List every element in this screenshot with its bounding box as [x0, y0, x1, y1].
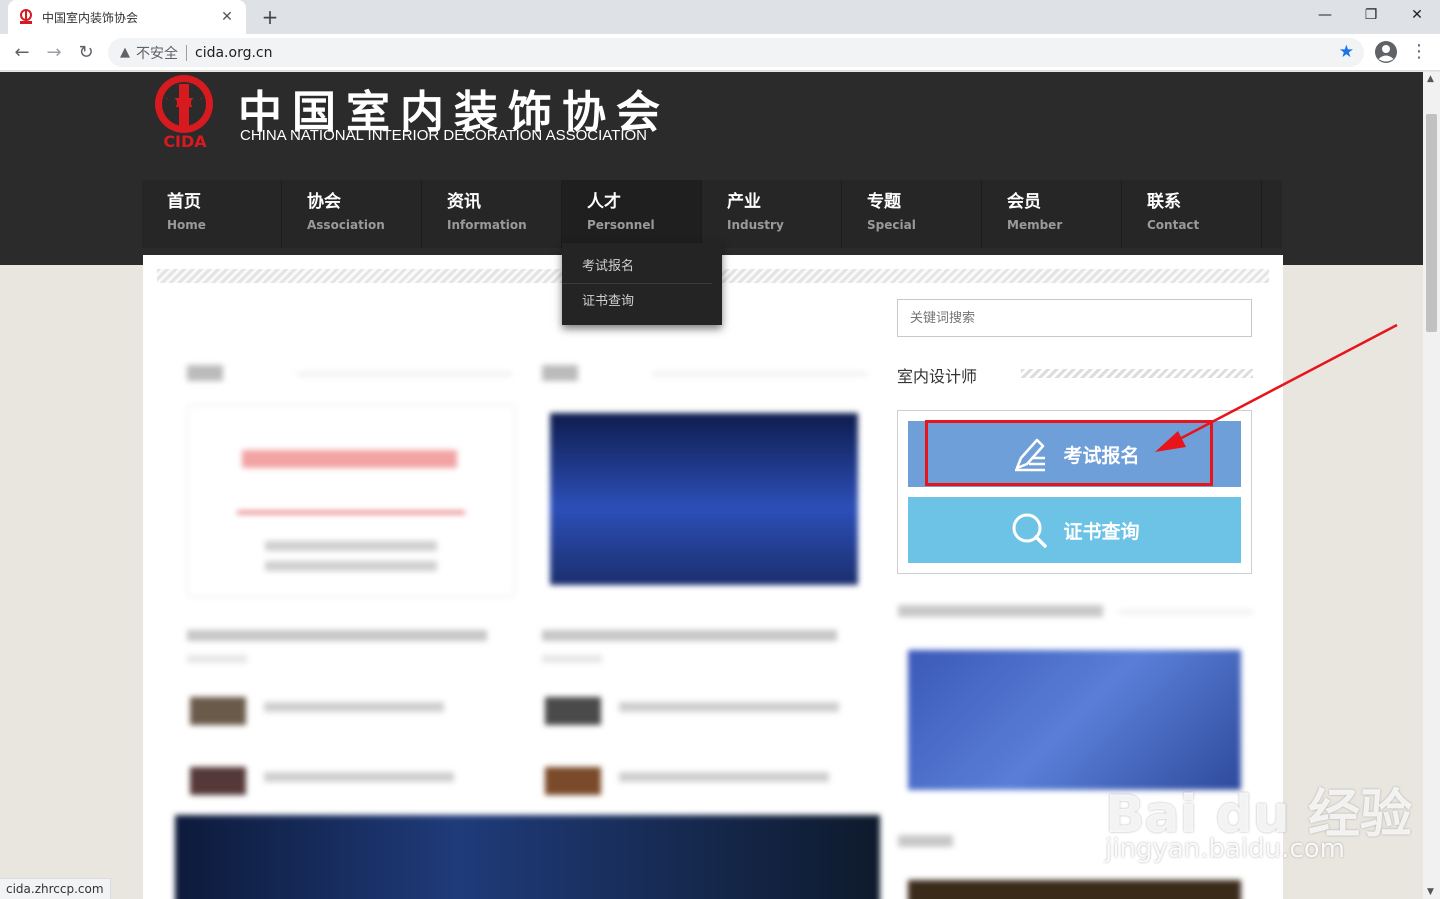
warning-icon[interactable]: ▲ — [120, 45, 130, 60]
nav-label-en: Industry — [727, 218, 784, 232]
nav-label-en: Association — [307, 218, 385, 232]
main-nav: 首页 Home 协会 Association 资讯 Information 人才… — [142, 180, 1282, 248]
nav-item-personnel[interactable]: 人才 Personnel — [562, 180, 702, 248]
certificate-query-label: 证书查询 — [1063, 520, 1140, 543]
designer-section-title: 室内设计师 — [897, 367, 978, 386]
tab-strip: 中国室内装饰协会 ✕ + — ❐ ✕ — [0, 0, 1440, 34]
nav-label-cn: 资讯 — [447, 192, 481, 212]
baidu-watermark-url: jingyan.baidu.com — [1105, 834, 1345, 864]
dropdown-item-certificate-query[interactable]: 证书查询 — [562, 284, 712, 319]
reload-icon[interactable]: ↻ — [73, 40, 99, 66]
nav-label-en: Member — [1007, 218, 1063, 232]
url-text[interactable]: cida.org.cn — [195, 45, 273, 61]
blurred-news-area — [157, 315, 887, 899]
scroll-thumb[interactable] — [1426, 114, 1437, 332]
site-header: CIDA 中国室内装饰协会 CHINA NATIONAL INTERIOR DE… — [0, 72, 1423, 265]
scroll-up-icon[interactable]: ▲ — [1427, 74, 1434, 84]
site-subtitle: CHINA NATIONAL INTERIOR DECORATION ASSOC… — [240, 127, 647, 144]
nav-label-cn: 联系 — [1147, 192, 1181, 212]
cida-favicon-icon — [20, 9, 32, 24]
logo-text: CIDA — [163, 132, 207, 151]
nav-label-cn: 首页 — [167, 192, 201, 212]
nav-item-special[interactable]: 专题 Special — [842, 180, 982, 248]
personnel-dropdown: 考试报名 证书查询 — [562, 243, 722, 325]
nav-label-cn: 协会 — [307, 192, 341, 212]
new-tab-icon[interactable]: + — [258, 5, 282, 29]
status-url: cida.zhrccp.com — [0, 878, 111, 899]
bookmark-star-icon[interactable]: ★ — [1339, 42, 1354, 62]
browser-toolbar: ← → ↻ ▲ 不安全 cida.org.cn ★ ⋮ — [0, 34, 1440, 71]
nav-label-cn: 会员 — [1007, 192, 1041, 212]
url-separator — [186, 44, 187, 61]
minimize-icon[interactable]: — — [1302, 0, 1348, 30]
dropdown-item-exam-registration[interactable]: 考试报名 — [562, 249, 712, 284]
exam-registration-label: 考试报名 — [1063, 444, 1140, 467]
nav-item-association[interactable]: 协会 Association — [282, 180, 422, 248]
nav-label-cn: 人才 — [587, 192, 621, 212]
back-arrow-icon[interactable]: ← — [9, 40, 35, 66]
nav-label-cn: 专题 — [867, 192, 901, 212]
nav-label-en: Information — [447, 218, 527, 232]
nav-label-en: Contact — [1147, 218, 1200, 232]
address-bar[interactable]: ▲ 不安全 cida.org.cn ★ — [108, 38, 1364, 67]
page-viewport: CIDA 中国室内装饰协会 CHINA NATIONAL INTERIOR DE… — [0, 72, 1423, 899]
tab-title: 中国室内装饰协会 — [42, 10, 139, 25]
keyword-search-input[interactable] — [897, 299, 1252, 337]
profile-icon[interactable] — [1374, 40, 1398, 64]
close-window-icon[interactable]: ✕ — [1394, 0, 1440, 30]
nav-label-en: Special — [867, 218, 916, 232]
browser-tab[interactable]: 中国室内装饰协会 ✕ — [8, 0, 246, 34]
pen-writing-icon — [1015, 438, 1046, 472]
nav-item-industry[interactable]: 产业 Industry — [702, 180, 842, 248]
maximize-icon[interactable]: ❐ — [1348, 0, 1394, 30]
nav-label-en: Personnel — [587, 218, 655, 232]
nav-label-cn: 产业 — [727, 192, 761, 212]
nav-item-member[interactable]: 会员 Member — [982, 180, 1122, 248]
certificate-query-button[interactable]: 证书查询 — [908, 497, 1241, 563]
tab-close-icon[interactable]: ✕ — [218, 9, 236, 25]
more-menu-icon[interactable]: ⋮ — [1410, 40, 1428, 64]
nav-item-contact[interactable]: 联系 Contact — [1122, 180, 1262, 248]
insecure-label[interactable]: 不安全 — [136, 43, 178, 63]
scroll-down-icon[interactable]: ▼ — [1427, 887, 1434, 897]
designer-button-panel: 考试报名 证书查询 — [897, 410, 1252, 574]
cida-logo[interactable]: CIDA — [150, 74, 220, 152]
nav-item-home[interactable]: 首页 Home — [142, 180, 282, 248]
nav-item-information[interactable]: 资讯 Information — [422, 180, 562, 248]
nav-label-en: Home — [167, 218, 206, 232]
page-scrollbar[interactable]: ▲ ▼ — [1423, 72, 1440, 899]
forward-arrow-icon[interactable]: → — [41, 40, 67, 66]
search-icon — [1012, 513, 1048, 548]
section-stripe — [1021, 369, 1253, 378]
exam-registration-button[interactable]: 考试报名 — [908, 421, 1241, 487]
